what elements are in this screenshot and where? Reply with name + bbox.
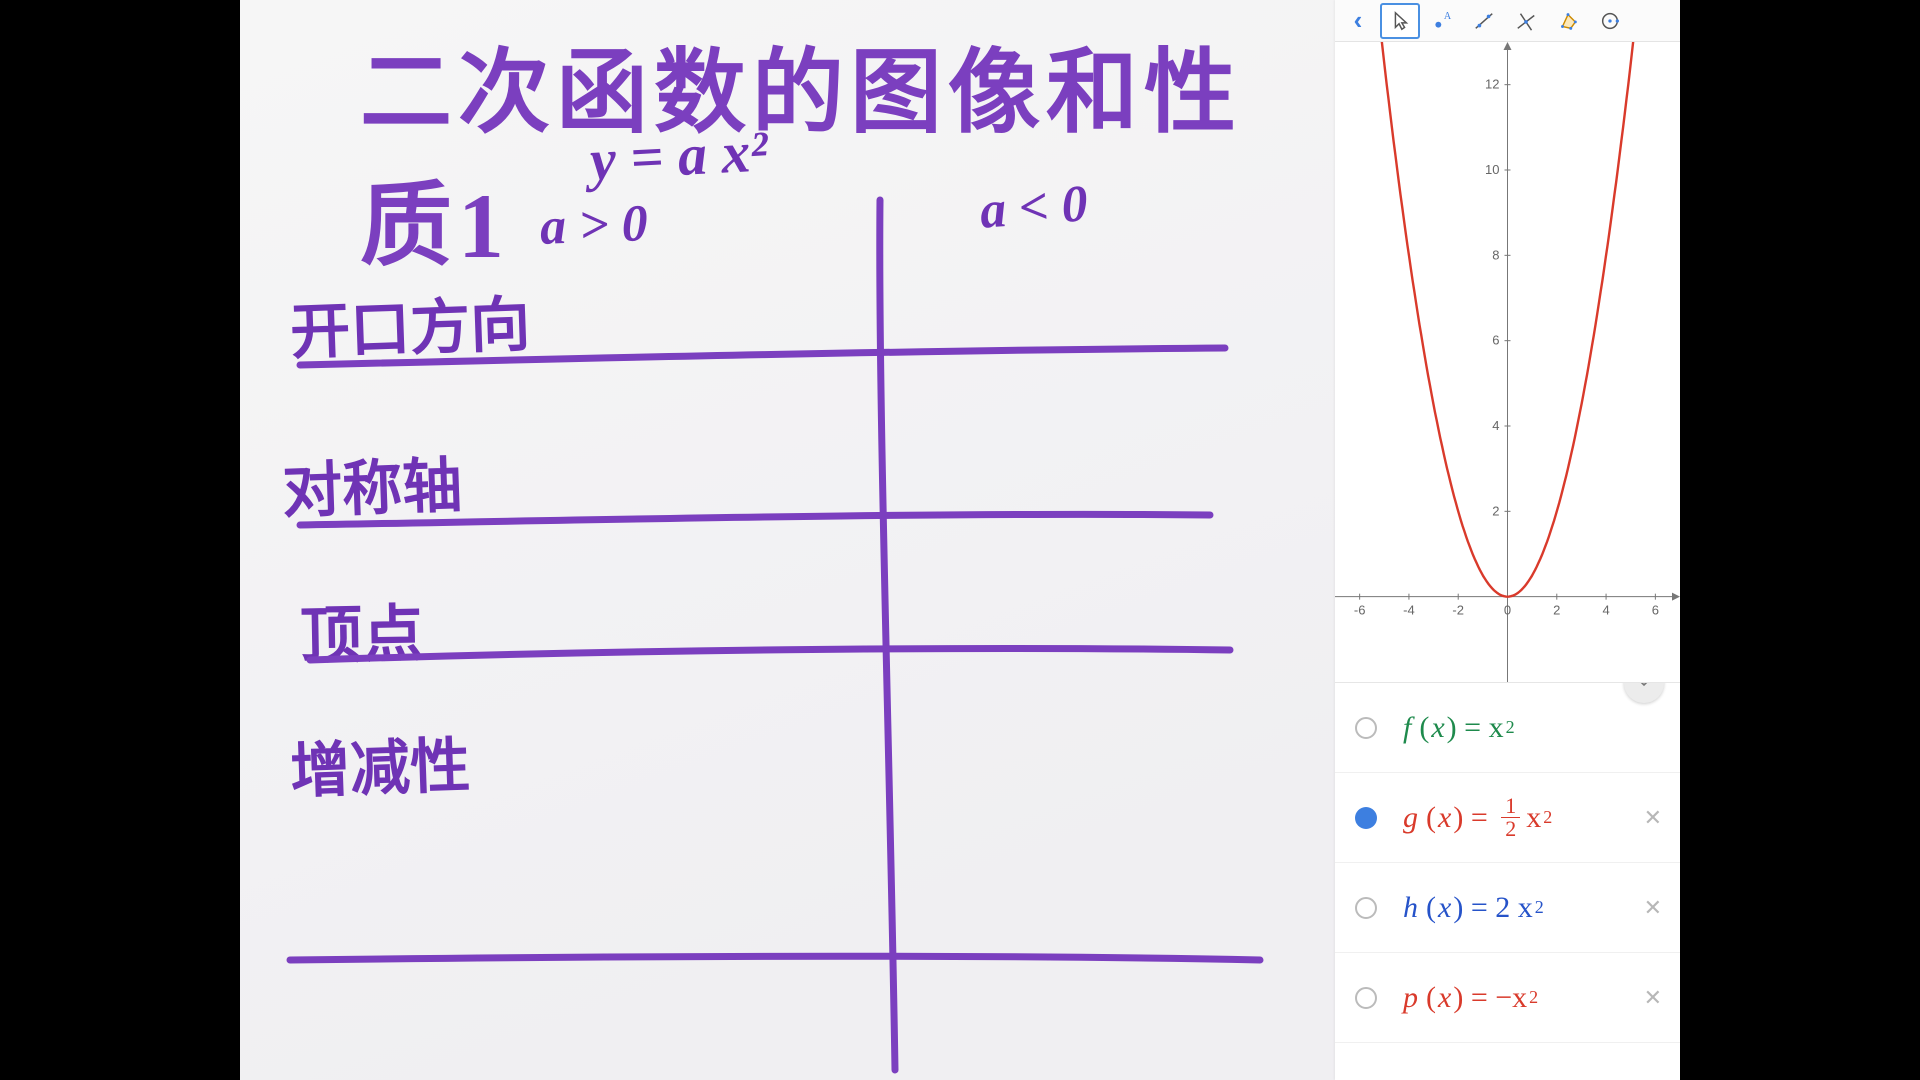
geogebra-panel: ‹ A bbox=[1335, 0, 1680, 1080]
algebra-row-g[interactable]: g (x) = 12 x2 ✕ bbox=[1335, 773, 1680, 863]
visibility-toggle[interactable] bbox=[1355, 897, 1377, 919]
algebra-row-h[interactable]: h (x) = 2 x2 ✕ bbox=[1335, 863, 1680, 953]
whiteboard: 二次函数的图像和性质1 y = a x² a > 0 a < 0 开口方向 对称… bbox=[240, 0, 1335, 1080]
visibility-toggle[interactable] bbox=[1355, 717, 1377, 739]
function-expression: f (x) = x2 bbox=[1403, 711, 1515, 745]
svg-text:-6: -6 bbox=[1354, 603, 1366, 618]
graph-canvas[interactable]: -6 -4 -2 0 2 4 6 2 4 6 8 10 12 bbox=[1335, 42, 1680, 682]
tool-point[interactable]: A bbox=[1422, 3, 1462, 39]
svg-text:-2: -2 bbox=[1452, 603, 1464, 618]
algebra-view: f (x) = x2g (x) = 12 x2✕h (x) = 2 x2✕p (… bbox=[1335, 682, 1680, 1080]
function-expression: h (x) = 2 x2 bbox=[1403, 891, 1544, 925]
tool-circle[interactable] bbox=[1590, 3, 1630, 39]
algebra-peek: 1 bbox=[1335, 1058, 1680, 1080]
tool-perpendicular[interactable] bbox=[1506, 3, 1546, 39]
svg-text:6: 6 bbox=[1492, 333, 1499, 348]
tool-move[interactable] bbox=[1380, 3, 1420, 39]
tool-line[interactable] bbox=[1464, 3, 1504, 39]
svg-text:2: 2 bbox=[1553, 603, 1560, 618]
svg-text:2: 2 bbox=[1492, 503, 1499, 518]
circle-icon bbox=[1599, 10, 1621, 32]
visibility-toggle[interactable] bbox=[1355, 807, 1377, 829]
svg-text:8: 8 bbox=[1492, 247, 1499, 262]
perpendicular-icon bbox=[1515, 10, 1537, 32]
svg-text:-4: -4 bbox=[1403, 603, 1415, 618]
tool-polygon[interactable] bbox=[1548, 3, 1588, 39]
svg-text:12: 12 bbox=[1485, 77, 1499, 92]
close-icon[interactable]: ✕ bbox=[1644, 805, 1662, 831]
svg-text:6: 6 bbox=[1652, 603, 1659, 618]
svg-text:4: 4 bbox=[1602, 603, 1609, 618]
svg-text:A: A bbox=[1444, 11, 1452, 22]
pointer-icon bbox=[1389, 10, 1411, 32]
svg-text:0: 0 bbox=[1504, 603, 1511, 618]
chevron-down-icon bbox=[1636, 682, 1652, 691]
polygon-icon bbox=[1557, 10, 1579, 32]
svg-text:4: 4 bbox=[1492, 418, 1499, 433]
close-icon[interactable]: ✕ bbox=[1644, 985, 1662, 1011]
function-expression: p (x) = −x2 bbox=[1403, 981, 1538, 1015]
chevron-left-icon: ‹ bbox=[1354, 5, 1363, 36]
toolbar: ‹ A bbox=[1335, 0, 1680, 42]
svg-text:10: 10 bbox=[1485, 162, 1499, 177]
function-expression: g (x) = 12 x2 bbox=[1403, 795, 1552, 840]
visibility-toggle[interactable] bbox=[1355, 987, 1377, 1009]
line-icon bbox=[1473, 10, 1495, 32]
table-strokes bbox=[240, 0, 1335, 1080]
back-button[interactable]: ‹ bbox=[1338, 3, 1378, 39]
close-icon[interactable]: ✕ bbox=[1644, 895, 1662, 921]
algebra-row-p[interactable]: p (x) = −x2 ✕ bbox=[1335, 953, 1680, 1043]
point-icon: A bbox=[1431, 10, 1453, 32]
